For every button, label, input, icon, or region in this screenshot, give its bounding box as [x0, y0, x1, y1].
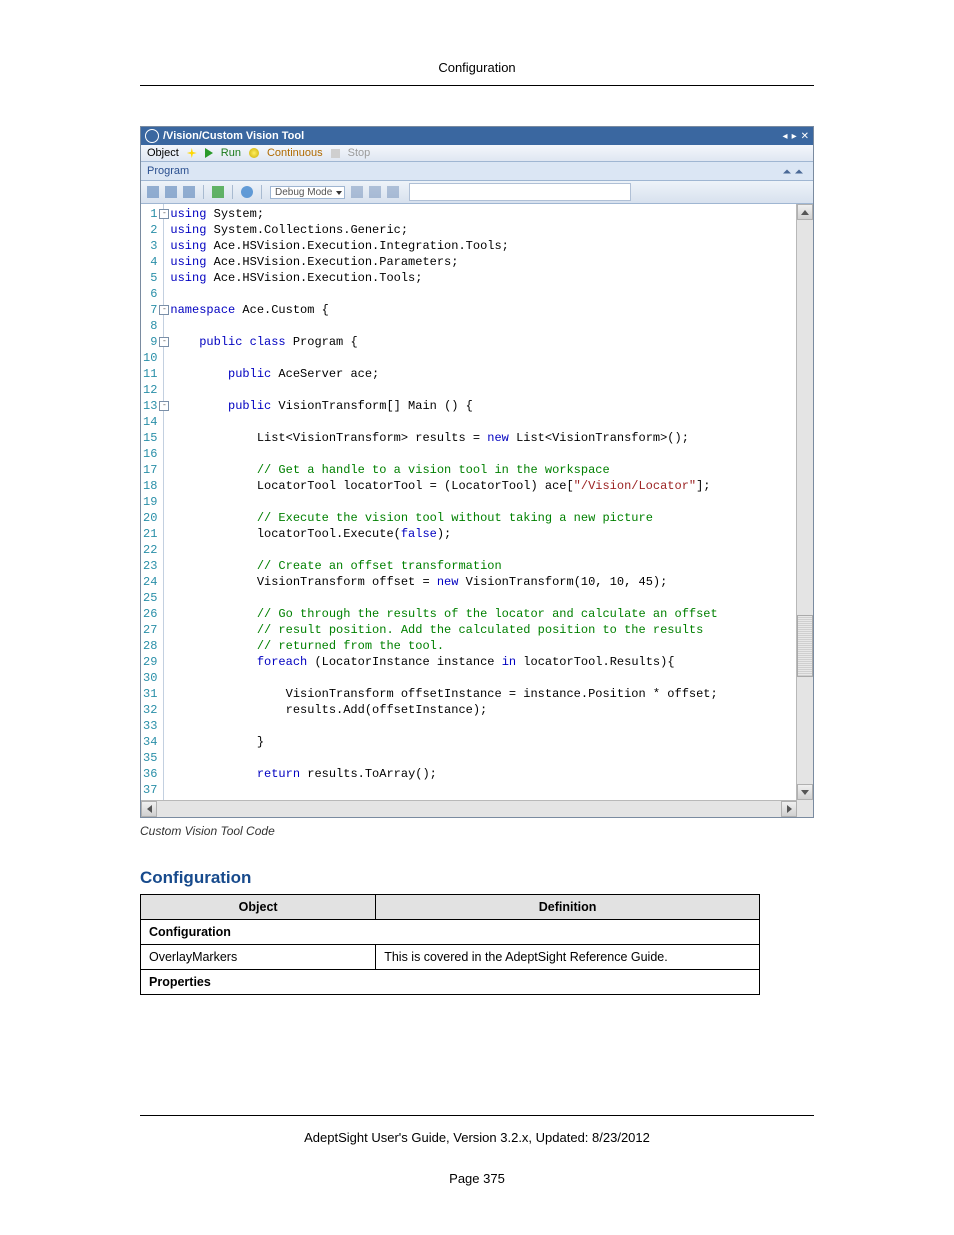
play-icon[interactable]: [205, 148, 213, 158]
scroll-thumb[interactable]: [797, 615, 813, 677]
copy-icon[interactable]: [165, 186, 177, 198]
cell-object: OverlayMarkers: [141, 945, 376, 970]
section-heading: Configuration: [140, 868, 814, 888]
step-out-icon[interactable]: [387, 186, 399, 198]
continuous-icon[interactable]: [249, 148, 259, 158]
ide-titlebar: /Vision/Custom Vision Tool ◂ ▸ ✕: [141, 127, 813, 145]
menu-continuous[interactable]: Continuous: [267, 147, 323, 159]
triangle-right-icon: [787, 805, 792, 813]
page-number: Page 375: [0, 1171, 954, 1186]
code-gutter: 1-234567-89-10111213-1415161718192021222…: [141, 204, 164, 800]
table-group-row: Properties: [141, 970, 760, 995]
code-editor[interactable]: using System;using System.Collections.Ge…: [164, 204, 796, 800]
chevron-up-icon[interactable]: [795, 170, 803, 174]
horizontal-scrollbar[interactable]: [141, 800, 797, 817]
triangle-left-icon: [147, 805, 152, 813]
nav-next-icon[interactable]: ▸: [792, 131, 797, 142]
figure-caption: Custom Vision Tool Code: [140, 824, 814, 838]
gear-icon: [145, 129, 159, 143]
triangle-up-icon: [801, 210, 809, 215]
stop-icon: [331, 149, 340, 158]
col-definition: Definition: [376, 895, 760, 920]
mode-dropdown[interactable]: Debug Mode: [270, 186, 345, 199]
help-icon[interactable]: [241, 186, 253, 198]
close-icon[interactable]: ✕: [801, 131, 809, 142]
page-footer: AdeptSight User's Guide, Version 3.2.x, …: [140, 1115, 814, 1145]
table-header-row: Object Definition: [141, 895, 760, 920]
scroll-up-button[interactable]: [797, 204, 813, 220]
scroll-down-button[interactable]: [797, 784, 813, 800]
ide-title: /Vision/Custom Vision Tool: [163, 130, 304, 142]
program-section-bar[interactable]: Program: [141, 162, 813, 181]
cut-icon[interactable]: [147, 186, 159, 198]
menu-object[interactable]: Object: [147, 147, 179, 159]
cell-definition: This is covered in the AdeptSight Refere…: [376, 945, 760, 970]
nav-prev-icon[interactable]: ◂: [783, 131, 788, 142]
config-table: Object Definition Configuration OverlayM…: [140, 894, 760, 995]
build-icon[interactable]: [212, 186, 224, 198]
paste-icon[interactable]: [183, 186, 195, 198]
chevron-up-icon[interactable]: [783, 170, 791, 174]
table-group-row: Configuration: [141, 920, 760, 945]
ide-toolbar: Debug Mode: [141, 181, 813, 204]
toolbar-field[interactable]: [409, 183, 631, 201]
scroll-left-button[interactable]: [141, 801, 157, 817]
triangle-down-icon: [801, 790, 809, 795]
page-header: Configuration: [140, 60, 814, 86]
step-into-icon[interactable]: [369, 186, 381, 198]
step-over-icon[interactable]: [351, 186, 363, 198]
menu-stop: Stop: [348, 147, 371, 159]
wand-icon[interactable]: [187, 148, 197, 158]
menu-run[interactable]: Run: [221, 147, 241, 159]
table-row: OverlayMarkers This is covered in the Ad…: [141, 945, 760, 970]
scroll-right-button[interactable]: [781, 801, 797, 817]
col-object: Object: [141, 895, 376, 920]
ide-menubar: Object Run Continuous Stop: [141, 145, 813, 162]
ide-window: /Vision/Custom Vision Tool ◂ ▸ ✕ Object …: [140, 126, 814, 818]
vertical-scrollbar[interactable]: [796, 204, 813, 800]
program-label: Program: [147, 165, 189, 177]
